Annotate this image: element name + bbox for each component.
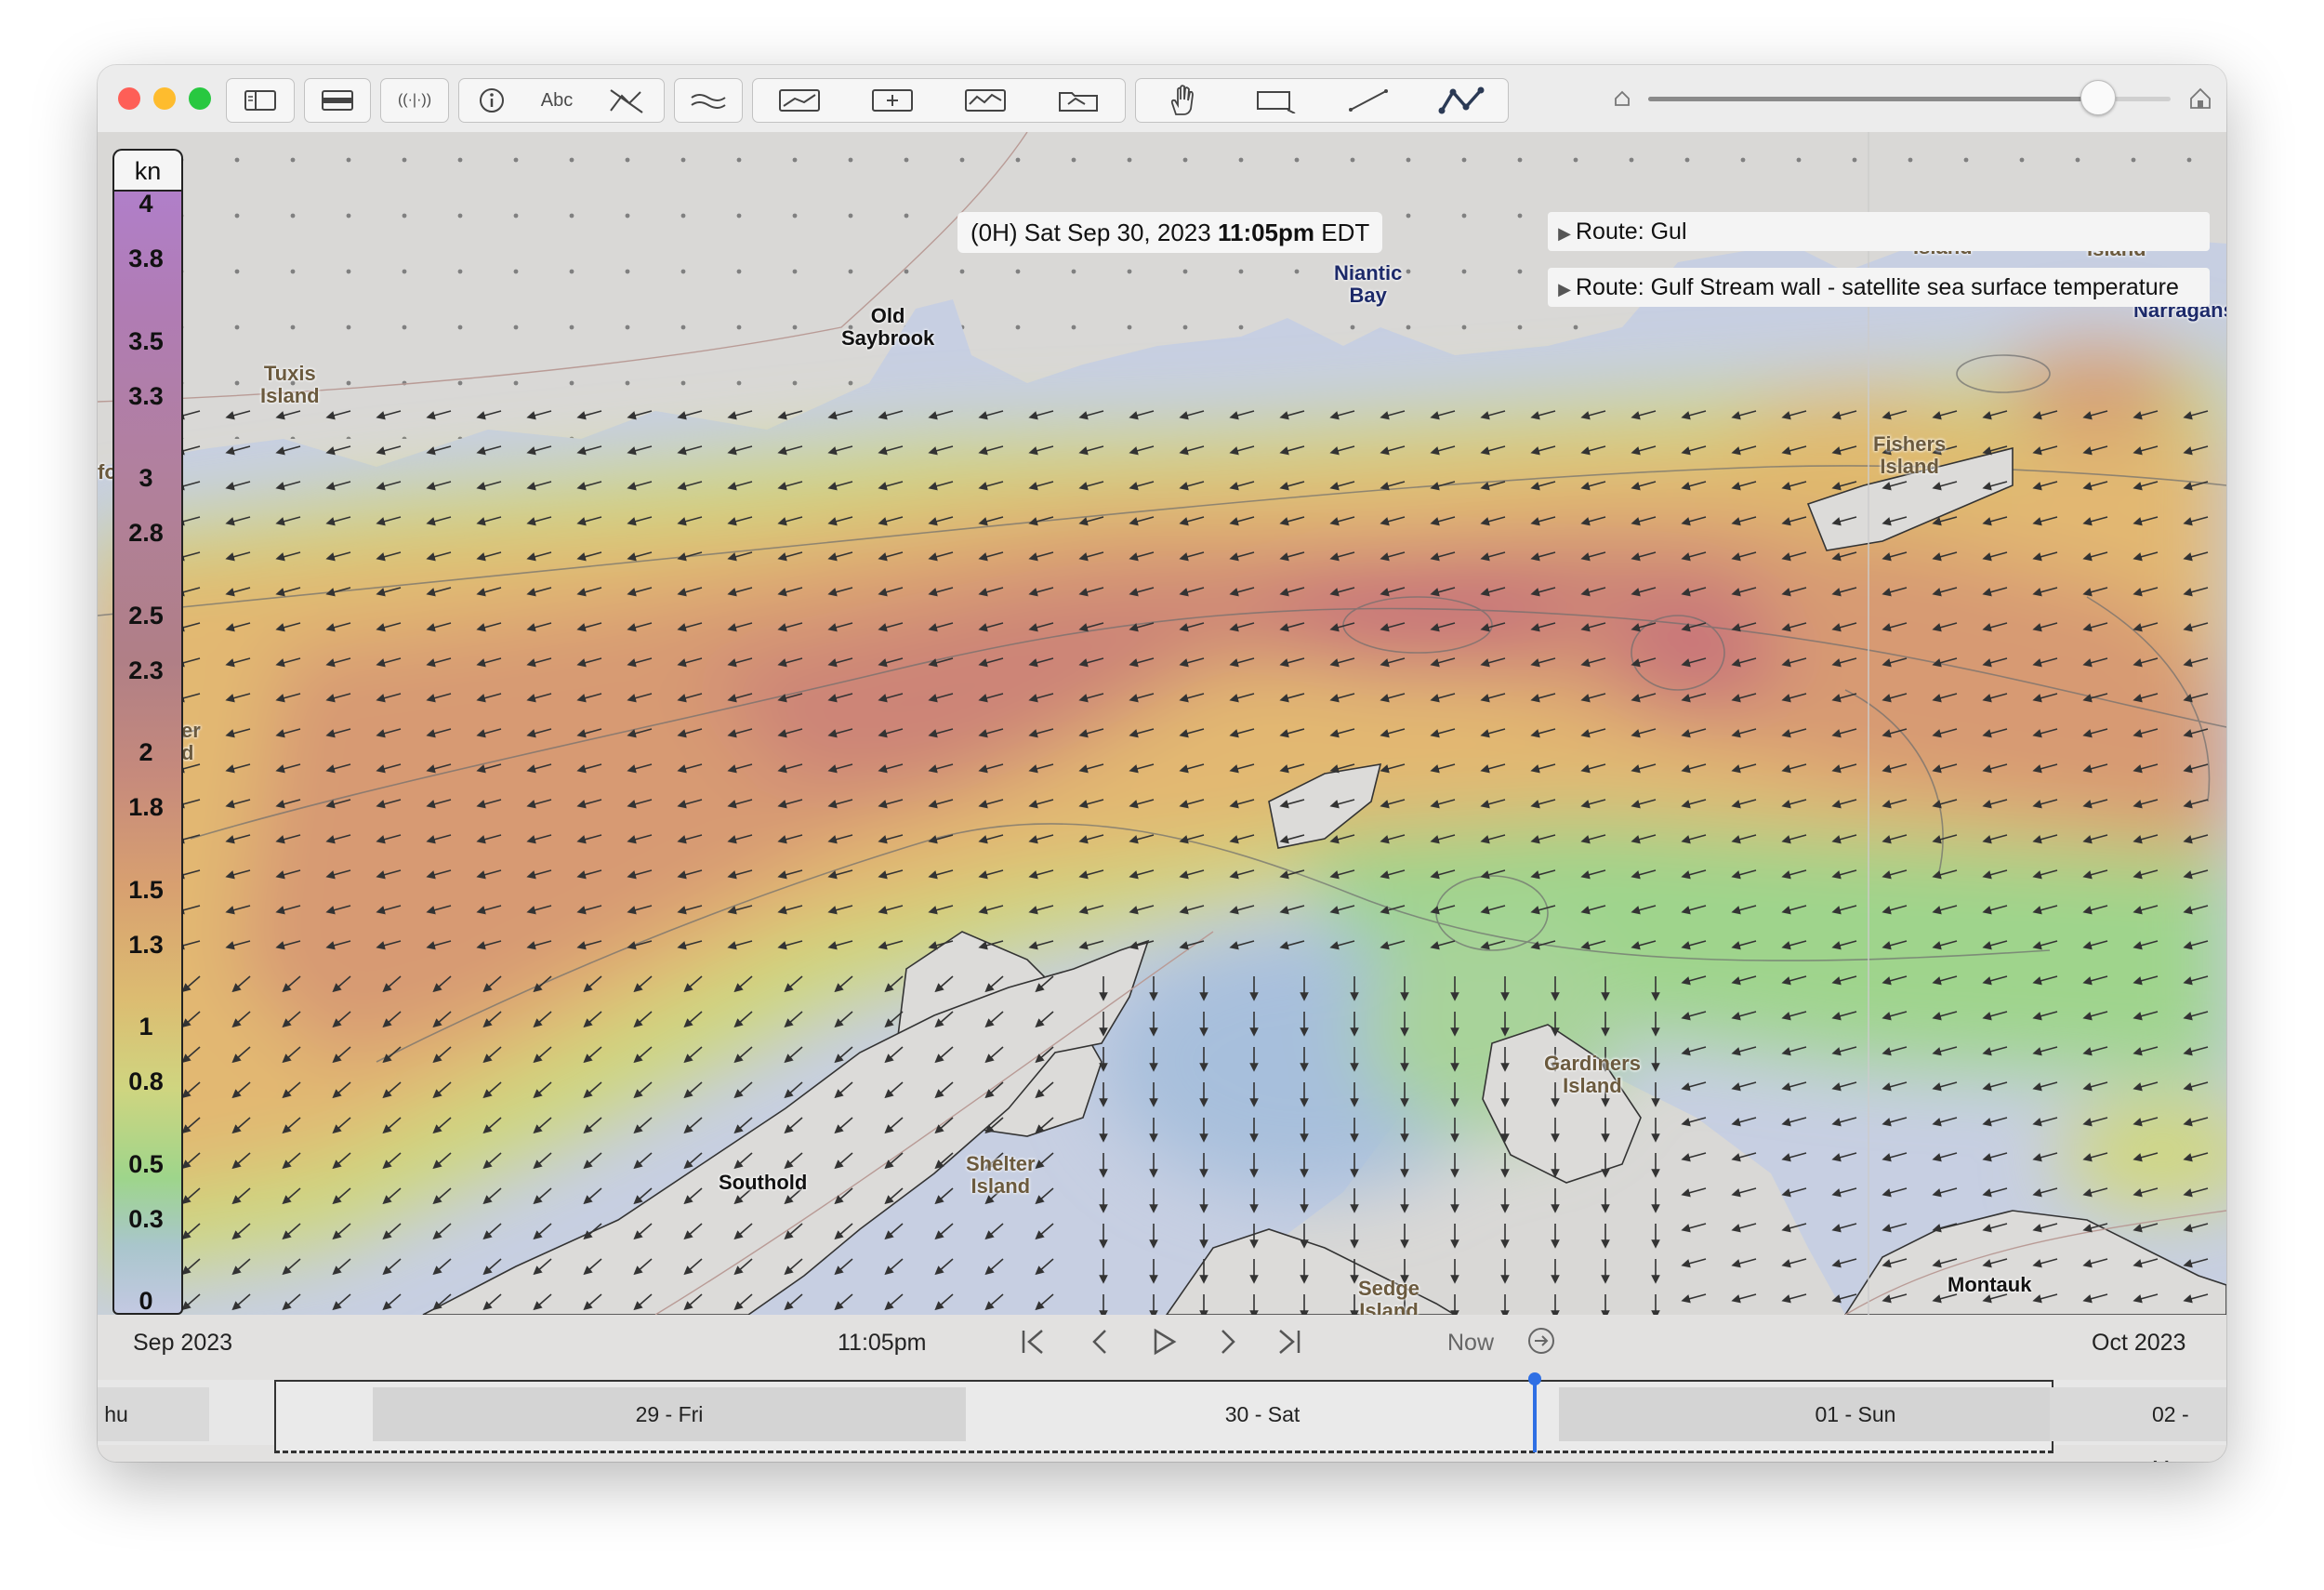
legend-unit: kn [112,149,183,192]
skip-to-end-icon[interactable] [1274,1328,1302,1363]
open-folder-icon[interactable] [1032,79,1125,122]
legend-tick: 1.3 [128,930,164,959]
timestamp-zone: EDT [1314,219,1370,246]
current-time-label: 11:05pm [838,1330,927,1356]
legend-tick: 3.3 [128,381,164,410]
app-window: ((·|·)) Abc Tuxis Island Old Saybrook Ni… [98,65,2226,1462]
overlay-button-group: Abc [458,78,665,123]
go-to-now-icon[interactable] [1526,1326,1556,1363]
day-label-thu: hu [104,1402,128,1426]
disclosure-triangle-icon: ▶ [1558,224,1571,243]
now-button[interactable]: Now [1447,1330,1494,1357]
legend-tick: 2.3 [128,656,164,684]
legend-tick: 0.3 [128,1204,164,1233]
toolbar: ((·|·)) Abc [98,65,2226,133]
radio-signal-icon: ((·|·)) [397,92,432,108]
line-chart-icon[interactable] [939,79,1032,122]
speed-legend: kn 4 3.8 3.5 3.3 3 2.8 2.5 2.3 2 1.8 1.5 1.3 1 0.8 0.5… [112,149,183,1315]
timeline[interactable]: hu 29 - Fri 30 - Sat 01 - Sun 02 - Mon [98,1372,2226,1462]
play-icon[interactable] [1150,1328,1178,1363]
place-southold: Southold [719,1171,808,1194]
day-label-mon: 02 - Mon [2152,1402,2194,1462]
legend-tick: 0.8 [128,1067,164,1095]
skip-to-start-icon[interactable] [1020,1328,1048,1363]
legend-tick: 2.8 [128,519,164,547]
rectangle-select-icon[interactable] [1229,79,1322,122]
legend-tick: 1.5 [128,875,164,904]
legend-tick: 1 [139,1013,153,1040]
legend-tick: 3.8 [128,245,164,272]
sidebar-toggle-icon [227,79,294,122]
timestamp-time: 11:05pm [1217,219,1315,246]
place-tuxis-island: Tuxis Island [260,362,320,407]
zoom-slider-knob[interactable] [2080,80,2117,115]
route-panel-2[interactable]: ▶ Route: Gulf Stream wall - satellite sea… [1548,268,2210,307]
route-label: Route: Gul [1576,219,1687,245]
place-sedge-island: Sedge Island [1358,1277,1420,1316]
route-label: Route: Gulf Stream wall - satellite sea … [1576,274,2179,300]
zoom-in-icon[interactable] [2189,87,2212,114]
day-label-fri: 29 - Fri [635,1402,704,1426]
legend-tick: 0 [139,1287,153,1315]
legend-tick: 2.5 [128,601,164,629]
step-forward-icon[interactable] [1213,1328,1241,1363]
timeline-playhead[interactable] [1533,1376,1537,1452]
place-west-fragment: er d [181,719,201,764]
place-old-saybrook: Old Saybrook [841,304,935,350]
legend-tick: 0.5 [128,1149,164,1178]
place-montauk: Montauk [1948,1273,2032,1296]
route-tool-icon[interactable] [1415,79,1508,122]
wave-button[interactable] [674,78,743,123]
legend-tick: 2 [139,738,153,766]
step-back-icon[interactable] [1087,1328,1115,1363]
close-button[interactable] [118,87,140,110]
place-gardiners-island: Gardiners Island [1544,1052,1641,1097]
right-month-label: Oct 2023 [2092,1330,2186,1356]
measure-line-icon[interactable] [1322,79,1415,122]
legend-tick: 3 [139,464,153,492]
hand-pan-icon[interactable] [1136,79,1229,122]
current-map[interactable]: Tuxis Island Old Saybrook Niantic Bay Fi… [98,132,2226,1315]
zoom-out-icon[interactable] [1613,89,1631,113]
legend-tick: 4 [139,190,153,218]
minimize-button[interactable] [153,87,176,110]
place-niantic-bay: Niantic Bay [1334,261,1403,307]
add-waypoint-icon[interactable] [846,79,939,122]
tool-button-group [1135,78,1509,123]
route-button-group [752,78,1126,123]
map-canvas [98,132,2226,1315]
timeline-playhead-knob[interactable] [1528,1372,1541,1385]
route-chart-icon[interactable] [753,79,846,122]
bottom-panel-toggle-icon [305,79,370,122]
zoom-button[interactable] [189,87,211,110]
day-label-sat: 30 - Sat [1224,1402,1301,1426]
no-layers-icon[interactable] [589,79,664,122]
zoom-slider-fill [1648,97,2098,101]
bottom-panel-toggle-button[interactable] [304,78,371,123]
sidebar-toggle-button[interactable] [226,78,295,123]
route-panel-1[interactable]: ▶ Route: Gul [1548,212,2210,251]
time-controls: Sep 2023 11:05pm Now Oct 2023 hu 29 - Fr… [98,1315,2226,1462]
info-icon[interactable] [459,79,524,122]
place-shelter-island: Shelter Island [966,1152,1036,1198]
timestamp-prefix: (0H) Sat Sep 30, 2023 [971,219,1218,246]
text-labels-button[interactable]: Abc [524,79,589,122]
map-timestamp: (0H) Sat Sep 30, 2023 11:05pm EDT [957,212,1383,253]
place-fishers-island: Fishers Island [1873,432,1947,478]
radio-signal-button[interactable]: ((·|·)) [380,78,449,123]
zoom-slider[interactable] [1648,80,2171,115]
left-month-label: Sep 2023 [133,1330,233,1356]
legend-tick: 3.5 [128,326,164,355]
legend-tick: 1.8 [128,793,164,821]
disclosure-triangle-icon: ▶ [1558,280,1571,298]
wave-icon [675,79,742,122]
